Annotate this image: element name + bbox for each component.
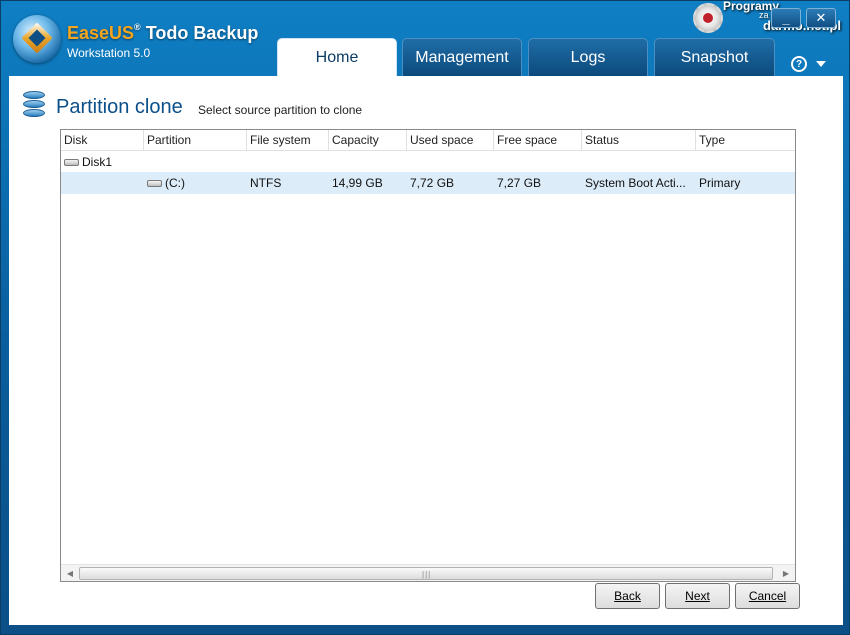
status-cell: System Boot Acti... <box>585 176 686 190</box>
close-button[interactable]: ✕ <box>806 8 836 28</box>
column-header-capacity[interactable]: Capacity <box>329 130 407 150</box>
product-name: Todo Backup <box>145 23 259 43</box>
disk-name: Disk1 <box>82 155 113 169</box>
partition-name: (C:) <box>165 176 185 190</box>
watermark-gear-icon <box>693 3 723 33</box>
help-dropdown-arrow-icon[interactable] <box>816 61 826 67</box>
hard-drive-icon <box>64 159 79 167</box>
easeus-logo-icon <box>13 15 61 63</box>
column-header-free-space[interactable]: Free space <box>494 130 582 150</box>
main-content: Partition clone Select source partition … <box>9 76 843 625</box>
scrollbar-thumb[interactable]: ||| <box>79 567 773 580</box>
back-button[interactable]: Back <box>595 583 660 609</box>
registered-mark: ® <box>134 22 141 32</box>
column-header-type[interactable]: Type <box>696 130 795 150</box>
column-header-partition[interactable]: Partition <box>144 130 247 150</box>
column-header-status[interactable]: Status <box>582 130 696 150</box>
disk-stack-icon <box>21 91 47 119</box>
minimize-button[interactable]: _ <box>771 8 801 28</box>
partition-cell: (C:) <box>147 176 185 190</box>
app-brand: EaseUS® Todo Backup <box>67 22 259 44</box>
tab-home[interactable]: Home <box>277 38 397 77</box>
help-icon[interactable]: ? <box>791 56 807 72</box>
app-window: EaseUS® Todo Backup Workstation 5.0 Prog… <box>0 0 850 635</box>
page-subtitle: Select source partition to clone <box>198 103 363 117</box>
column-header-disk[interactable]: Disk <box>61 130 144 150</box>
free-space-cell: 7,27 GB <box>497 176 542 190</box>
partition-drive-icon <box>147 180 162 188</box>
used-space-cell: 7,72 GB <box>410 176 455 190</box>
table-row-disk1[interactable]: Disk1 <box>61 151 795 173</box>
brand-name: EaseUS <box>67 23 135 43</box>
scroll-right-icon[interactable]: ▶ <box>778 566 794 580</box>
tab-logs[interactable]: Logs <box>528 38 648 76</box>
tab-management[interactable]: Management <box>402 38 522 76</box>
scrollbar-grip: ||| <box>422 570 432 579</box>
column-header-used-space[interactable]: Used space <box>407 130 494 150</box>
scroll-left-icon[interactable]: ◀ <box>62 566 78 580</box>
type-cell: Primary <box>699 176 741 190</box>
page-title: Partition clone <box>56 96 183 118</box>
app-edition: Workstation 5.0 <box>67 46 151 60</box>
next-button[interactable]: Next <box>665 583 730 609</box>
table-header: Disk Partition File system Capacity Used… <box>61 130 795 151</box>
capacity-cell: 14,99 GB <box>332 176 383 190</box>
cancel-button[interactable]: Cancel <box>735 583 800 609</box>
tab-snapshot[interactable]: Snapshot <box>654 38 775 76</box>
partition-table: Disk Partition File system Capacity Used… <box>60 129 796 582</box>
disk-cell: Disk1 <box>64 155 112 169</box>
file-system-cell: NTFS <box>250 176 282 190</box>
column-header-file-system[interactable]: File system <box>247 130 329 150</box>
horizontal-scrollbar[interactable]: ◀ ||| ▶ <box>61 564 795 581</box>
table-row-partition-c[interactable]: (C:) NTFS 14,99 GB 7,72 GB 7,27 GB Syste… <box>61 172 795 194</box>
